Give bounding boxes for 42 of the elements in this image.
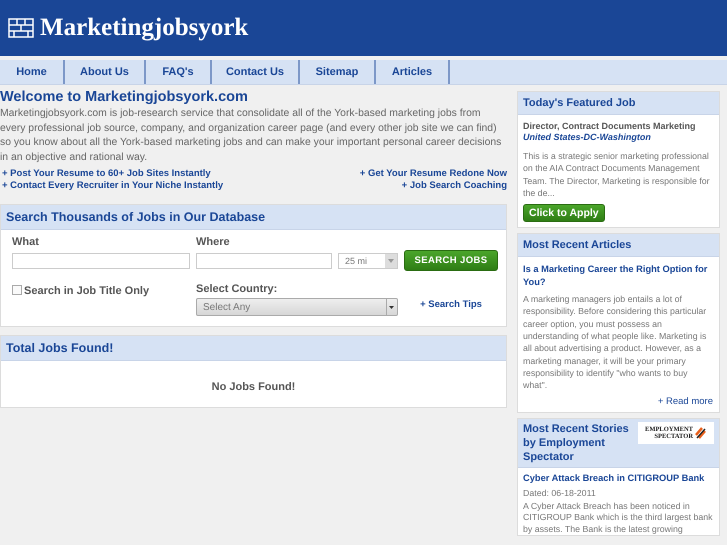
- nav-link[interactable]: About Us: [65, 60, 146, 84]
- panel-heading: Search Thousands of Jobs in Our Database: [1, 205, 506, 230]
- country-select[interactable]: Select Any: [196, 298, 398, 316]
- promo-link[interactable]: + Job Search Coaching: [402, 180, 507, 191]
- what-label: What: [12, 236, 40, 248]
- caret-icon: [385, 254, 397, 268]
- search-tips-link[interactable]: + Search Tips: [420, 299, 482, 310]
- article-summary: A marketing managers job entails a lot of responsibility. Before considering this particular career option, you must possess an understanding of what people like. Marketing is all about advertising a product. However, as a marketing manager, it will be your primary responsibility to identify "who wants to buy what".: [523, 293, 708, 392]
- nav-link[interactable]: FAQ's: [146, 60, 212, 84]
- promo-link[interactable]: + Contact Every Recruiter in Your Niche Instantly: [2, 180, 224, 191]
- read-more-link[interactable]: + Read more: [658, 396, 713, 407]
- job-title: Director, Contract Documents Marketing: [523, 121, 697, 131]
- where-field[interactable]: [196, 253, 332, 269]
- search-button[interactable]: SEARCH JOBS: [404, 250, 498, 271]
- story-title[interactable]: Cyber Attack Breach in CITIGROUP Bank: [523, 472, 713, 485]
- welcome-text: Marketingjobsyork.com is job-research service that consolidate all of the York-based marketing jobs from every professional job source, company, and organization career page (and every other job site we can find) so you know about all the York-based marketing jobs and can make your important personal career decisions in an objective and rational way.: [0, 107, 502, 164]
- promo-link[interactable]: + Get Your Resume Redone Now: [360, 168, 507, 179]
- no-jobs-message: No Jobs Found!: [212, 381, 296, 393]
- panel-heading: Today's Featured Job: [518, 92, 719, 115]
- promo-link[interactable]: + Post Your Resume to 60+ Job Sites Instantly: [2, 168, 211, 179]
- nav-link[interactable]: Home: [0, 60, 65, 84]
- apply-button[interactable]: Click to Apply: [523, 204, 605, 222]
- job-location: United States-DC-Washington: [523, 132, 652, 142]
- nav-link[interactable]: Sitemap: [300, 60, 376, 84]
- logo-icon: [8, 18, 34, 38]
- panel-heading: Most Recent Articles: [518, 234, 719, 258]
- panel-heading: Total Jobs Found!: [1, 336, 506, 361]
- story-date: Dated: 06-18-2011: [523, 486, 597, 499]
- country-label: Select Country:: [196, 283, 278, 295]
- site-title: Marketingjobsyork: [40, 14, 248, 42]
- job-summary: This is a strategic senior marketing professional on the AIA Contract Documents Management Team. The Director, Marketing is responsible for the de...: [523, 150, 711, 200]
- title-only-checkbox[interactable]: Search in Job Title Only: [12, 281, 190, 299]
- nav-link[interactable]: Articles: [376, 60, 450, 84]
- caret-icon: [386, 299, 397, 315]
- distance-select[interactable]: 25 mi: [338, 253, 398, 269]
- where-label: Where: [196, 236, 231, 248]
- what-field[interactable]: [12, 253, 190, 269]
- welcome-heading: Welcome to Marketingjobsyork.com: [0, 89, 249, 105]
- story-summary: A Cyber Attack Breach has been noticed in CITIGROUP Bank which is the third largest bank by assets. The Bank is the latest growing: [523, 500, 713, 536]
- panel-heading: Most Recent Stories by Employment Spectator: [523, 422, 630, 464]
- nav-link[interactable]: Contact Us: [212, 60, 300, 84]
- article-title[interactable]: Is a Marketing Career the Right Option for You?: [523, 263, 713, 290]
